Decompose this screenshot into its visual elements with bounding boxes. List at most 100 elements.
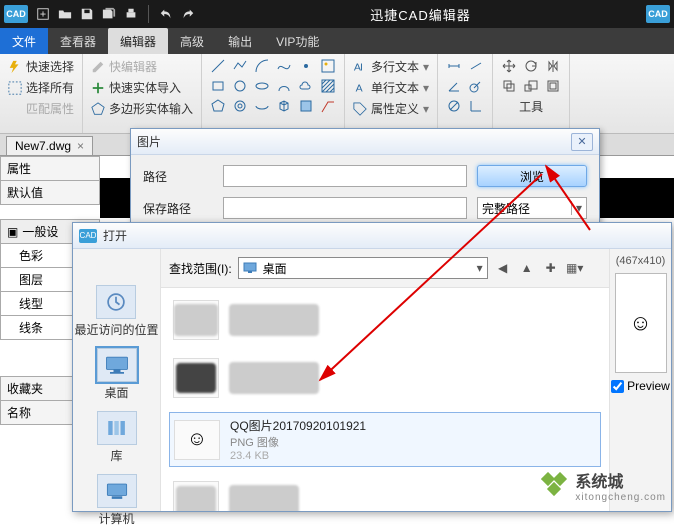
view-menu-icon[interactable]: ▦▾ [566,259,584,277]
curve-tool-icon[interactable] [276,78,292,94]
ellipse-tool-icon[interactable] [254,78,270,94]
stext-button[interactable]: A单行文本▾ [353,79,429,96]
menu-vip[interactable]: VIP功能 [264,28,331,54]
watermark-text: 系统城 [575,468,666,492]
polyline-tool-icon[interactable] [232,58,248,74]
circle-tool-icon[interactable] [232,78,248,94]
preview-dimensions: (467x410) [616,255,666,267]
menu-file[interactable]: 文件 [0,28,48,54]
app-title: 迅捷CAD编辑器 [199,5,642,24]
save-path-input[interactable] [223,197,467,219]
spline-tool-icon[interactable] [276,58,292,74]
file-item[interactable] [169,296,601,344]
path-input[interactable] [223,165,467,187]
quick-editor-button: 快编辑器 [91,58,193,75]
menu-output[interactable]: 输出 [216,28,264,54]
dim-angular-icon[interactable] [446,78,462,94]
donut-tool-icon[interactable] [232,98,248,114]
pencil-icon [91,60,105,74]
mirror-icon[interactable] [545,58,561,74]
open-dialog-titlebar[interactable]: CAD 打开 [73,223,671,249]
cloud-tool-icon[interactable] [298,78,314,94]
file-item[interactable] [169,354,601,402]
menu-advanced[interactable]: 高级 [168,28,216,54]
hatch-tool-icon[interactable] [320,78,336,94]
lookin-combo[interactable]: 桌面 ▾ [238,257,488,279]
cad-small-icon: CAD [79,229,97,243]
watermark: 系统城 xitongcheng.com [541,468,666,503]
watermark-url: xitongcheng.com [575,492,666,503]
dim-diameter-icon[interactable] [446,98,462,114]
mtext-icon: AI [353,60,367,74]
dim-ord-icon[interactable] [468,98,484,114]
lookin-label: 查找范围(I): [169,260,232,277]
file-thumb [173,481,219,511]
arc-tool-icon[interactable] [254,58,270,74]
point-tool-icon[interactable] [298,58,314,74]
scale-icon[interactable] [523,78,539,94]
poly-entity-input-button[interactable]: 多边形实体输入 [91,100,193,117]
ellipse-arc-tool-icon[interactable] [254,98,270,114]
select-all-button[interactable]: 选择所有 [8,79,74,96]
mtext-button[interactable]: AI多行文本▾ [353,58,429,75]
polygon2-tool-icon[interactable] [210,98,226,114]
block-tool-icon[interactable] [298,98,314,114]
file-thumb: ☺ [174,420,220,460]
save-icon[interactable] [76,3,98,25]
computer-icon [103,479,131,503]
new-folder-icon[interactable]: ✚ [542,259,560,277]
place-desktop[interactable]: 桌面 [97,348,137,401]
offset-icon[interactable] [545,78,561,94]
redo-icon[interactable] [177,3,199,25]
quick-select-button[interactable]: 快速选择 [8,58,74,75]
image-tool-icon[interactable] [320,58,336,74]
collapse-icon: ▣ [7,225,18,239]
attrdef-button[interactable]: 属性定义▾ [353,100,429,117]
svg-text:I: I [360,61,363,73]
select-all-icon [8,81,22,95]
document-tab-label: New7.dwg [15,139,71,153]
dim-linear-icon[interactable] [446,58,462,74]
line-tool-icon[interactable] [210,58,226,74]
close-tab-icon[interactable]: × [77,139,84,153]
back-icon[interactable]: ◀ [494,259,512,277]
rect-tool-icon[interactable] [210,78,226,94]
quick-entity-import-button[interactable]: 快速实体导入 [91,79,193,96]
move-icon[interactable] [501,58,517,74]
new-icon[interactable] [32,3,54,25]
undo-icon[interactable] [155,3,177,25]
property-default[interactable]: 默认值 [0,181,100,205]
image-dialog-titlebar[interactable]: 图片 ✕ [131,129,599,155]
plus-icon [91,81,105,95]
dim-radius-icon[interactable] [468,78,484,94]
image-dialog-close-button[interactable]: ✕ [571,133,593,151]
file-type: PNG 图像 [230,434,366,450]
menu-viewer[interactable]: 查看器 [48,28,108,54]
file-item[interactable] [169,477,601,511]
menu-editor[interactable]: 编辑器 [108,28,168,54]
document-tab[interactable]: New7.dwg × [6,136,93,155]
rotate-icon[interactable] [523,58,539,74]
library-icon [103,416,131,440]
file-thumb [173,358,219,398]
file-item-selected[interactable]: ☺ QQ图片20170920101921 PNG 图像 23.4 KB [169,412,601,467]
open-icon[interactable] [54,3,76,25]
saveall-icon[interactable] [98,3,120,25]
leader-tool-icon[interactable] [320,98,336,114]
file-blur [229,304,319,336]
place-libraries[interactable]: 库 [97,411,137,464]
up-icon[interactable]: ▲ [518,259,536,277]
3d-tool-icon[interactable] [276,98,292,114]
match-prop-button: 匹配属性 [8,100,74,117]
place-computer[interactable]: 计算机 [97,474,137,527]
copy-icon[interactable] [501,78,517,94]
full-path-combo[interactable]: 完整路径▾ [477,197,587,219]
match-icon [8,102,22,116]
browse-button[interactable]: 浏览 [477,165,587,187]
preview-checkbox[interactable]: Preview [611,379,670,393]
place-recent[interactable]: 最近访问的位置 [74,285,158,338]
print-icon[interactable] [120,3,142,25]
recent-icon [102,290,130,314]
file-blur [229,362,319,394]
dim-aligned-icon[interactable] [468,58,484,74]
